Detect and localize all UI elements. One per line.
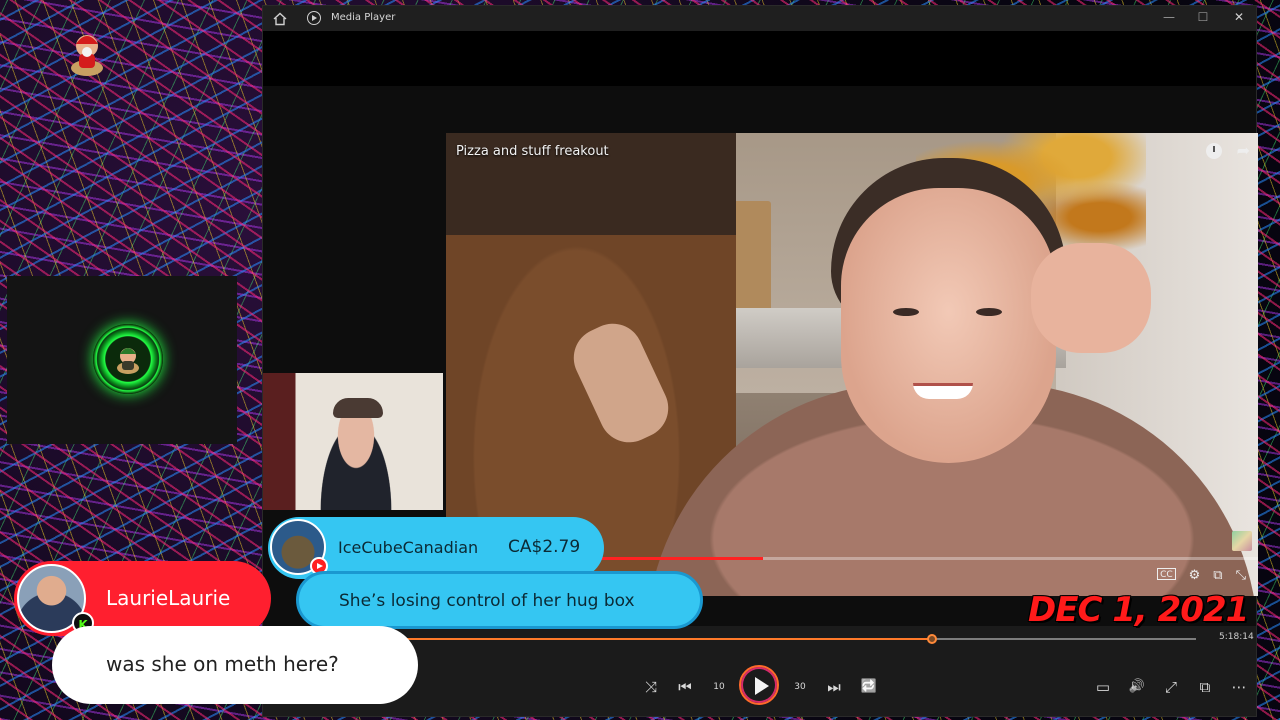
chat-message-text: was she on meth here? [106, 652, 339, 676]
superchat-message: She’s losing control of her hug box [296, 571, 703, 629]
scene-eye-left [893, 308, 919, 316]
share-icon[interactable]: ➦ [1237, 141, 1250, 160]
mascot-sticker [68, 28, 106, 78]
chat-username: LaurieLaurie [106, 586, 231, 610]
fullscreen-exit-icon[interactable]: ⤡ [1236, 568, 1246, 583]
volume-icon[interactable]: 🔊 [1125, 675, 1149, 699]
chat-message: was she on meth here? [52, 626, 418, 704]
chat-user-pill: K LaurieLaurie [14, 561, 271, 636]
seek-bar-fill [396, 638, 932, 640]
end-screen-thumbnail[interactable] [1232, 531, 1252, 551]
miniplayer-icon[interactable]: ⧉ [1193, 675, 1217, 699]
title-bar: Media Player — ☐ ✕ [263, 6, 1256, 31]
scene-mouth [913, 383, 973, 399]
channel-logo [93, 324, 163, 394]
seek-bar[interactable] [396, 634, 1196, 644]
settings-gear-icon[interactable]: ⚙ [1189, 568, 1201, 583]
home-icon[interactable] [273, 11, 287, 30]
pip-hair [333, 398, 383, 418]
rewind-10-icon[interactable]: 10 [707, 675, 731, 699]
embedded-video-title: Pizza and stuff freakout [456, 144, 609, 159]
media-player-app-icon [307, 11, 321, 25]
previous-icon[interactable]: ⏮ [673, 675, 697, 699]
seek-bar-thumb[interactable] [927, 634, 937, 644]
superchat-header: IceCubeCanadian CA$2.79 [268, 517, 604, 579]
cast-icon[interactable]: ⧉ [1213, 568, 1222, 583]
fullscreen-icon[interactable]: ⤢ [1159, 675, 1183, 699]
scene-woman-face [841, 188, 1056, 463]
play-button[interactable] [739, 665, 779, 705]
superchat-username: IceCubeCanadian [338, 538, 479, 557]
embedded-video-controls: CC ⚙ ⧉ ⤡ [1157, 568, 1246, 583]
scene-hand [1031, 243, 1151, 353]
picture-in-picture-webcam [263, 373, 443, 510]
maximize-button[interactable]: ☐ [1193, 10, 1213, 24]
date-overlay: DEC 1, 2021 [1028, 590, 1249, 630]
window-title: Media Player [331, 12, 396, 23]
next-icon[interactable]: ⏭ [822, 675, 846, 699]
current-time: 5:18:14 [1219, 632, 1254, 642]
superchat-message-text: She’s losing control of her hug box [339, 591, 635, 611]
superchat-amount: CA$2.79 [508, 537, 581, 557]
close-button[interactable]: ✕ [1229, 10, 1249, 24]
minimize-button[interactable]: — [1159, 10, 1179, 24]
shuffle-icon[interactable]: ⤨ [639, 675, 663, 699]
captions-button[interactable]: ▭ [1091, 675, 1115, 699]
video-letterbox [263, 31, 1256, 86]
repeat-icon[interactable]: 🔁 [857, 675, 881, 699]
more-options-icon[interactable]: ⋯ [1227, 675, 1251, 699]
captions-icon[interactable]: CC [1157, 568, 1176, 580]
watch-later-icon[interactable] [1206, 143, 1222, 159]
scene-eye-right [976, 308, 1002, 316]
webcam-placeholder [7, 276, 237, 444]
skip-30-icon[interactable]: 30 [788, 675, 812, 699]
